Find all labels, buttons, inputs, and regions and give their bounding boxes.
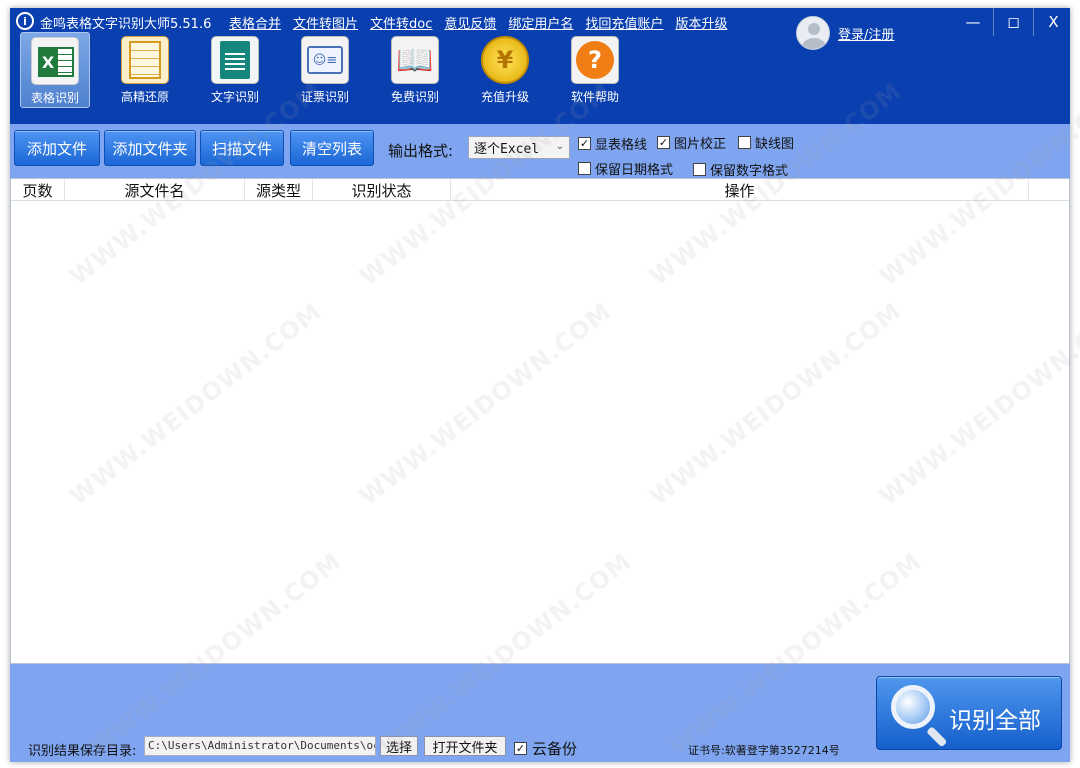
chevron-down-icon: ⌄ <box>555 141 564 152</box>
checkbox-checked-icon: ✓ <box>657 136 670 149</box>
checkbox-label: 保留日期格式 <box>595 163 674 178</box>
save-directory-label: 识别结果保存目录: <box>28 744 137 759</box>
cloud-backup-checkbox[interactable]: ✓ 云备份 <box>514 738 577 759</box>
bottom-panel: 识别结果保存目录: C:\Users\Administrator\Documen… <box>10 664 1070 762</box>
yuan-coin-icon: ¥ <box>481 36 529 84</box>
tool-label: 证票识别 <box>300 90 349 104</box>
link-upgrade[interactable]: 版本升级 <box>675 13 727 32</box>
column-header-source-filename[interactable]: 源文件名 <box>65 179 245 201</box>
close-button[interactable]: X <box>1033 8 1073 36</box>
column-header-actions[interactable]: 操作 <box>451 179 1029 201</box>
maximize-button[interactable]: ◻ <box>993 8 1033 36</box>
title-bar: i 金鸣表格文字识别大师5.51.6 表格合并 文件转图片 文件转doc 意见反… <box>10 8 1073 50</box>
app-frame: i 金鸣表格文字识别大师5.51.6 表格合并 文件转图片 文件转doc 意见反… <box>10 8 1070 762</box>
link-file-to-doc[interactable]: 文件转doc <box>370 13 432 32</box>
column-header-recognition-status[interactable]: 识别状态 <box>313 179 451 201</box>
tool-table-recognition[interactable]: X 表格识别 <box>20 32 90 108</box>
choose-directory-button[interactable]: 选择 <box>380 736 418 756</box>
text-document-icon <box>211 36 259 84</box>
tool-label: 高精还原 <box>120 90 169 104</box>
recognize-all-label: 识别全部 <box>949 708 1041 734</box>
checkbox-checked-icon: ✓ <box>578 137 591 150</box>
add-file-button[interactable]: 添加文件 <box>14 130 100 166</box>
tool-high-precision-restore[interactable]: 高精还原 <box>100 32 190 108</box>
keep-date-format-checkbox[interactable]: 保留日期格式 <box>578 159 673 178</box>
tool-recharge-upgrade[interactable]: ¥ 充值升级 <box>460 32 550 108</box>
app-title: 金鸣表格文字识别大师5.51.6 <box>40 17 212 32</box>
avatar[interactable] <box>796 16 830 50</box>
keep-number-format-checkbox[interactable]: 保留数字格式 <box>693 160 788 179</box>
clear-list-button[interactable]: 清空列表 <box>290 130 374 166</box>
output-format-label: 输出格式: <box>388 142 454 160</box>
tool-label: 文字识别 <box>210 90 259 104</box>
output-format-value: 逐个Excel <box>474 142 540 157</box>
column-header-pages[interactable]: 页数 <box>11 179 65 201</box>
owl-book-icon: 📖 <box>391 36 439 84</box>
magnifier-icon <box>891 685 935 729</box>
file-list-table: 页数 源文件名 源类型 识别状态 操作 <box>10 178 1070 664</box>
tool-label: 充值升级 <box>480 90 529 104</box>
minimize-button[interactable]: — <box>953 8 993 36</box>
checkbox-unchecked-icon <box>693 163 706 176</box>
top-link-bar: 表格合并 文件转图片 文件转doc 意见反馈 绑定用户名 找回充值账户 版本升级 <box>229 13 727 32</box>
missing-lines-checkbox[interactable]: 缺线图 <box>738 133 794 152</box>
link-recover-account[interactable]: 找回充值账户 <box>585 13 663 32</box>
cloud-backup-label: 云备份 <box>532 740 578 758</box>
tool-ribbon: X 表格识别 高精还原 文字识别 ☺≡ 证票识别 📖 免费识别 ¥ 充值升级 ?… <box>18 32 640 108</box>
column-header-source-type[interactable]: 源类型 <box>245 179 313 201</box>
table-header: 页数 源文件名 源类型 识别状态 操作 <box>11 179 1069 201</box>
image-correction-checkbox[interactable]: ✓ 图片校正 <box>657 133 726 152</box>
tool-text-recognition[interactable]: 文字识别 <box>190 32 280 108</box>
window-controls: — ◻ X <box>953 8 1073 36</box>
add-folder-button[interactable]: 添加文件夹 <box>104 130 196 166</box>
tool-software-help[interactable]: ? 软件帮助 <box>550 32 640 108</box>
checkbox-label: 缺线图 <box>755 137 795 152</box>
scan-file-button[interactable]: 扫描文件 <box>200 130 284 166</box>
checkbox-checked-icon: ✓ <box>514 742 527 755</box>
excel-icon: X <box>31 37 79 85</box>
tool-free-recognition[interactable]: 📖 免费识别 <box>370 32 460 108</box>
checkbox-unchecked-icon <box>738 136 751 149</box>
file-toolbar: 添加文件 添加文件夹 扫描文件 清空列表 输出格式: 逐个Excel ⌄ ✓ 显… <box>10 124 1070 179</box>
checkbox-label: 显表格线 <box>595 138 648 153</box>
open-folder-button[interactable]: 打开文件夹 <box>424 736 506 756</box>
document-restore-icon <box>121 36 169 84</box>
id-card-icon: ☺≡ <box>301 36 349 84</box>
tool-id-card-recognition[interactable]: ☺≡ 证票识别 <box>280 32 370 108</box>
save-directory-input[interactable]: C:\Users\Administrator\Documents\ocr <box>144 736 376 756</box>
column-header-filler <box>1029 179 1069 201</box>
link-feedback[interactable]: 意见反馈 <box>444 13 496 32</box>
magnifier-handle <box>926 726 948 748</box>
user-area: 登录/注册 <box>796 16 894 50</box>
show-table-lines-checkbox[interactable]: ✓ 显表格线 <box>578 134 647 153</box>
link-merge-tables[interactable]: 表格合并 <box>229 13 281 32</box>
checkbox-unchecked-icon <box>578 162 591 175</box>
tool-label: 表格识别 <box>30 91 79 105</box>
login-register-link[interactable]: 登录/注册 <box>838 24 894 43</box>
checkbox-label: 保留数字格式 <box>710 164 789 179</box>
help-icon: ? <box>571 36 619 84</box>
link-file-to-image[interactable]: 文件转图片 <box>293 13 358 32</box>
output-format-select[interactable]: 逐个Excel ⌄ <box>468 136 570 159</box>
checkbox-label: 图片校正 <box>674 137 727 152</box>
app-logo-icon: i <box>16 12 34 30</box>
app-window: i 金鸣表格文字识别大师5.51.6 表格合并 文件转图片 文件转doc 意见反… <box>0 0 1080 768</box>
tool-label: 免费识别 <box>390 90 439 104</box>
recognize-all-button[interactable]: 识别全部 <box>876 676 1062 750</box>
certificate-number: 证书号:软著登字第3527214号 <box>688 744 840 757</box>
link-bind-username[interactable]: 绑定用户名 <box>508 13 573 32</box>
tool-label: 软件帮助 <box>570 90 619 104</box>
